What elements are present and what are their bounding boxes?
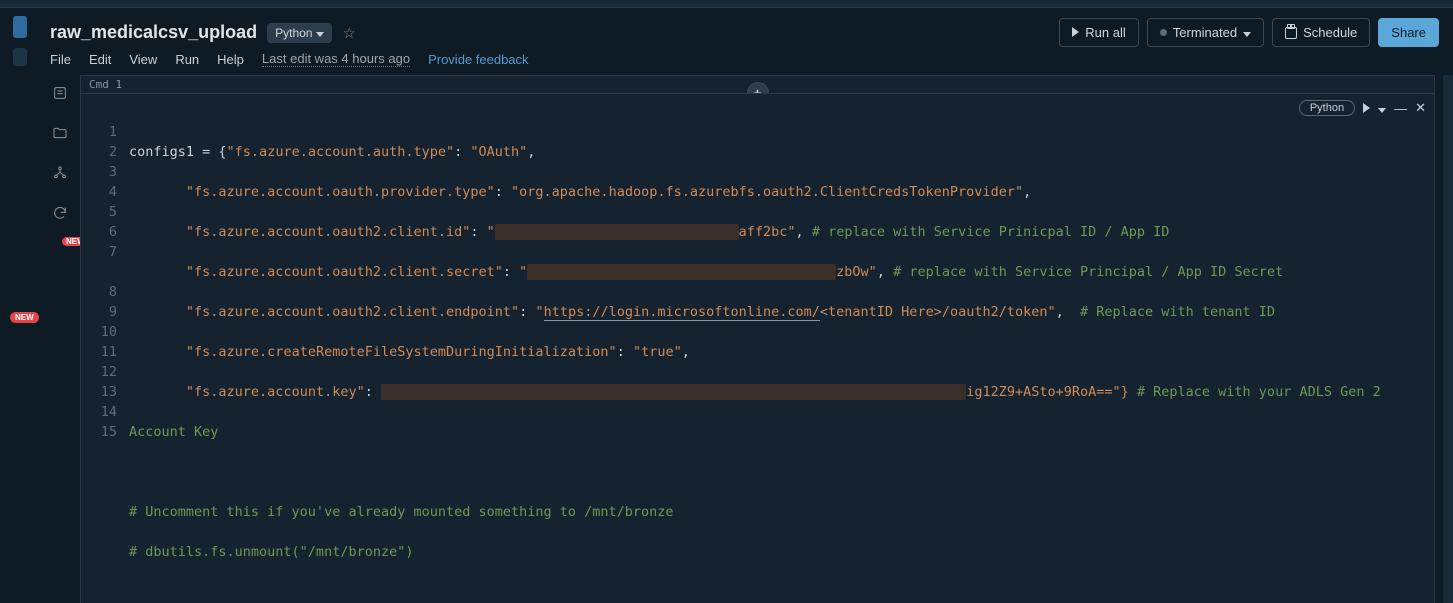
refresh-icon[interactable] — [52, 205, 68, 225]
scrollbar[interactable] — [1443, 75, 1453, 603]
share-button[interactable]: Share — [1378, 18, 1439, 47]
calendar-icon — [1285, 27, 1297, 39]
star-icon[interactable]: ☆ — [342, 24, 355, 42]
run-all-label: Run all — [1085, 25, 1125, 40]
rail-active-indicator[interactable] — [13, 16, 27, 38]
schedule-button[interactable]: Schedule — [1272, 18, 1370, 47]
left-rail: NEW — [0, 8, 40, 603]
status-dot-icon — [1160, 29, 1167, 36]
top-bar — [0, 0, 1453, 8]
terminated-label: Terminated — [1173, 25, 1237, 40]
rail-slot[interactable] — [13, 48, 27, 66]
schedule-label: Schedule — [1303, 25, 1357, 40]
menu-edit[interactable]: Edit — [89, 52, 111, 67]
chevron-down-icon[interactable] — [1378, 101, 1386, 116]
new-badge: NEW — [10, 312, 39, 323]
menu-file[interactable]: File — [50, 52, 71, 67]
menu-view[interactable]: View — [129, 52, 157, 67]
run-all-button[interactable]: Run all — [1059, 18, 1138, 47]
folder-icon[interactable] — [52, 125, 68, 145]
source-code[interactable]: configs1 = {"fs.azure.account.auth.type"… — [129, 122, 1434, 603]
share-tree-icon[interactable] — [52, 165, 68, 185]
menu-help[interactable]: Help — [217, 52, 244, 67]
notebook-header: raw_medicalcsv_upload Python ☆ Run all T… — [40, 8, 1453, 47]
minimize-icon[interactable]: — — [1394, 101, 1407, 116]
last-edit-link[interactable]: Last edit was 4 hours ago — [262, 51, 410, 67]
language-selector[interactable]: Python — [267, 23, 332, 43]
menu-run[interactable]: Run — [175, 52, 199, 67]
line-gutter: 123456789101112131415 — [81, 122, 129, 603]
close-icon[interactable]: ✕ — [1415, 100, 1426, 116]
toc-icon[interactable] — [52, 85, 68, 105]
cell-1[interactable]: Python — ✕ 123456789101112131415 configs… — [80, 93, 1435, 603]
cell-toolbar: Python — ✕ — [1299, 100, 1426, 116]
code-editor[interactable]: 123456789101112131415 configs1 = {"fs.az… — [81, 94, 1434, 603]
chevron-down-icon — [316, 26, 324, 40]
provide-feedback-link[interactable]: Provide feedback — [428, 52, 528, 67]
play-icon — [1072, 25, 1079, 40]
notebook-title[interactable]: raw_medicalcsv_upload — [50, 22, 257, 43]
cell-language-pill[interactable]: Python — [1299, 100, 1355, 116]
run-cell-icon[interactable] — [1363, 101, 1370, 116]
chevron-down-icon — [1243, 25, 1251, 40]
cluster-status-button[interactable]: Terminated — [1147, 18, 1264, 47]
menu-bar: File Edit View Run Help Last edit was 4 … — [40, 47, 1453, 75]
notebook-side-icons: NEW — [40, 75, 80, 603]
language-label: Python — [275, 26, 312, 40]
